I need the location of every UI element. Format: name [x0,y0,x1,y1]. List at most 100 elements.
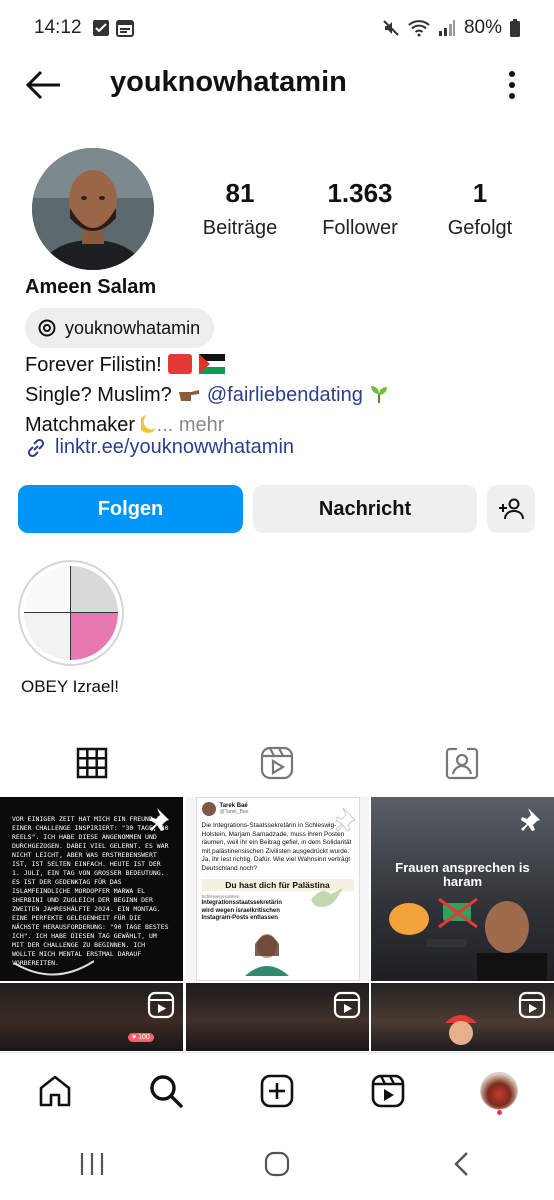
tweet-avatar [201,802,216,816]
stat-following[interactable]: 1 Gefolgt [420,178,540,240]
message-button[interactable]: Nachricht [253,485,477,533]
followers-count: 1.363 [327,178,393,208]
tab-grid[interactable] [0,730,185,796]
follow-button[interactable]: Folgen [18,485,243,533]
bio-line-1: Forever Filistin! [25,350,535,380]
signal-icon [438,20,455,36]
nav-reels[interactable] [358,1061,418,1121]
seedling-icon [371,386,388,403]
more-link[interactable]: ... mehr [157,414,225,436]
battery-percent: 80% [463,17,502,38]
followers-label: Follower [322,217,398,239]
search-icon [150,1074,183,1108]
nav-profile[interactable] [469,1061,529,1121]
post-text: VOR EINIGER ZEIT HAT MICH EIN FREUND ZU … [12,815,169,967]
nav-create[interactable] [247,1061,307,1121]
reel-icon [333,991,360,1019]
crescent-decoration-icon [14,960,94,976]
add-user-button[interactable] [487,485,535,533]
post-caption: Frauen ansprechen is haram [395,860,530,889]
reel-icon [147,991,175,1019]
arrow-left-icon[interactable] [24,68,64,102]
system-home-button[interactable] [237,1134,317,1194]
more-vertical-icon[interactable] [506,70,518,100]
full-name: Ameen Salam [25,276,157,298]
status-bar: 14:12 80% [0,0,554,56]
tweet-handle: @Tarek_Bae [219,809,249,815]
post-tile[interactable] [371,983,554,1051]
sos-icon [168,354,193,374]
create-icon [260,1074,294,1107]
post-tile[interactable]: ♥ 100 [0,983,183,1051]
tagged-icon [445,747,478,780]
pin-icon [150,808,169,831]
story-highlight[interactable] [18,560,124,666]
page-title: youknowhatamin [110,66,347,98]
calendar-icon [115,20,134,37]
pin-icon [521,808,540,831]
reels-tab-icon [260,746,294,780]
threads-badge[interactable]: youknowhatamin [25,308,215,348]
profile-stats: 81 Beiträge 1.363 Follower 1 Gefolgt [180,178,540,240]
palestine-flag-icon [198,354,225,374]
posts-grid: VOR EINIGER ZEIT HAT MICH EIN FREUND ZU … [0,797,554,1051]
profile-tabs [0,730,554,796]
emoji-sticker-icon [445,1015,477,1045]
nav-home[interactable] [25,1061,85,1121]
profile-avatar [479,1071,518,1110]
add-person-icon [499,498,524,520]
dove-icon [310,888,343,907]
recents-button[interactable] [52,1134,132,1194]
home-icon [40,1075,71,1106]
profile-header: youknowhatamin [0,56,554,114]
recents-icon [81,1153,104,1175]
post-tile[interactable]: VOR EINIGER ZEIT HAT MICH EIN FREUND ZU … [0,797,183,981]
reels-icon [371,1074,405,1107]
mention-link[interactable]: @fairliebendating [207,384,363,406]
bio-text-1: Forever Filistin! [25,354,162,376]
status-time: 14:12 [34,17,82,38]
back-chevron-icon [453,1152,468,1176]
system-back-button[interactable] [422,1134,502,1194]
mute-icon [383,20,399,36]
system-nav [0,1128,554,1200]
pointing-hand-icon [179,390,200,401]
stat-followers[interactable]: 1.363 Follower [300,178,420,240]
bio-text-2: Single? Muslim? [25,384,172,406]
post-tile[interactable]: Frauen ansprechen is haram [371,797,554,981]
crescent-moon-icon [138,415,156,433]
bio-line-2: Single? Muslim? @fairliebendating [25,380,535,410]
following-count: 1 [472,178,488,208]
tab-tagged[interactable] [369,730,554,796]
news-headline: Integrationsstaatssekretärin wird wegen … [201,900,282,921]
link-text: linktr.ee/youknowwhatamin [55,436,295,458]
pin-icon [334,807,356,832]
woman-portrait-icon [244,934,289,976]
notification-dot [496,1109,502,1115]
highlight-label: OBEY Izrael! [21,677,119,696]
post-tile[interactable] [185,983,369,1051]
threads-icon [38,319,56,337]
home-circle-icon [264,1151,290,1177]
stat-posts[interactable]: 81 Beiträge [180,178,300,240]
link-icon [27,438,45,457]
post-tile[interactable]: Tarek Baé @Tarek_Bae Die Integrations-St… [185,797,369,981]
posts-label: Beiträge [202,217,278,239]
nav-search[interactable] [136,1061,196,1121]
external-link[interactable]: linktr.ee/youknowwhatamin [25,436,294,459]
avatar-photo [32,148,154,270]
podcast-scene-icon [389,897,547,981]
wifi-icon [408,20,430,37]
bottom-nav [0,1052,554,1128]
tab-reels[interactable] [185,730,370,796]
bio-text-3: Matchmaker [25,414,136,436]
grid-icon [77,747,108,779]
posts-count: 81 [225,178,255,208]
chat-badge: ♥ 100 [128,1033,154,1042]
reel-icon [518,991,546,1019]
avatar[interactable] [32,148,154,270]
battery-icon [510,19,520,37]
check-box-icon [92,20,109,36]
bio: Forever Filistin! Single? Muslim? @fairl… [25,350,535,440]
following-label: Gefolgt [447,217,513,239]
